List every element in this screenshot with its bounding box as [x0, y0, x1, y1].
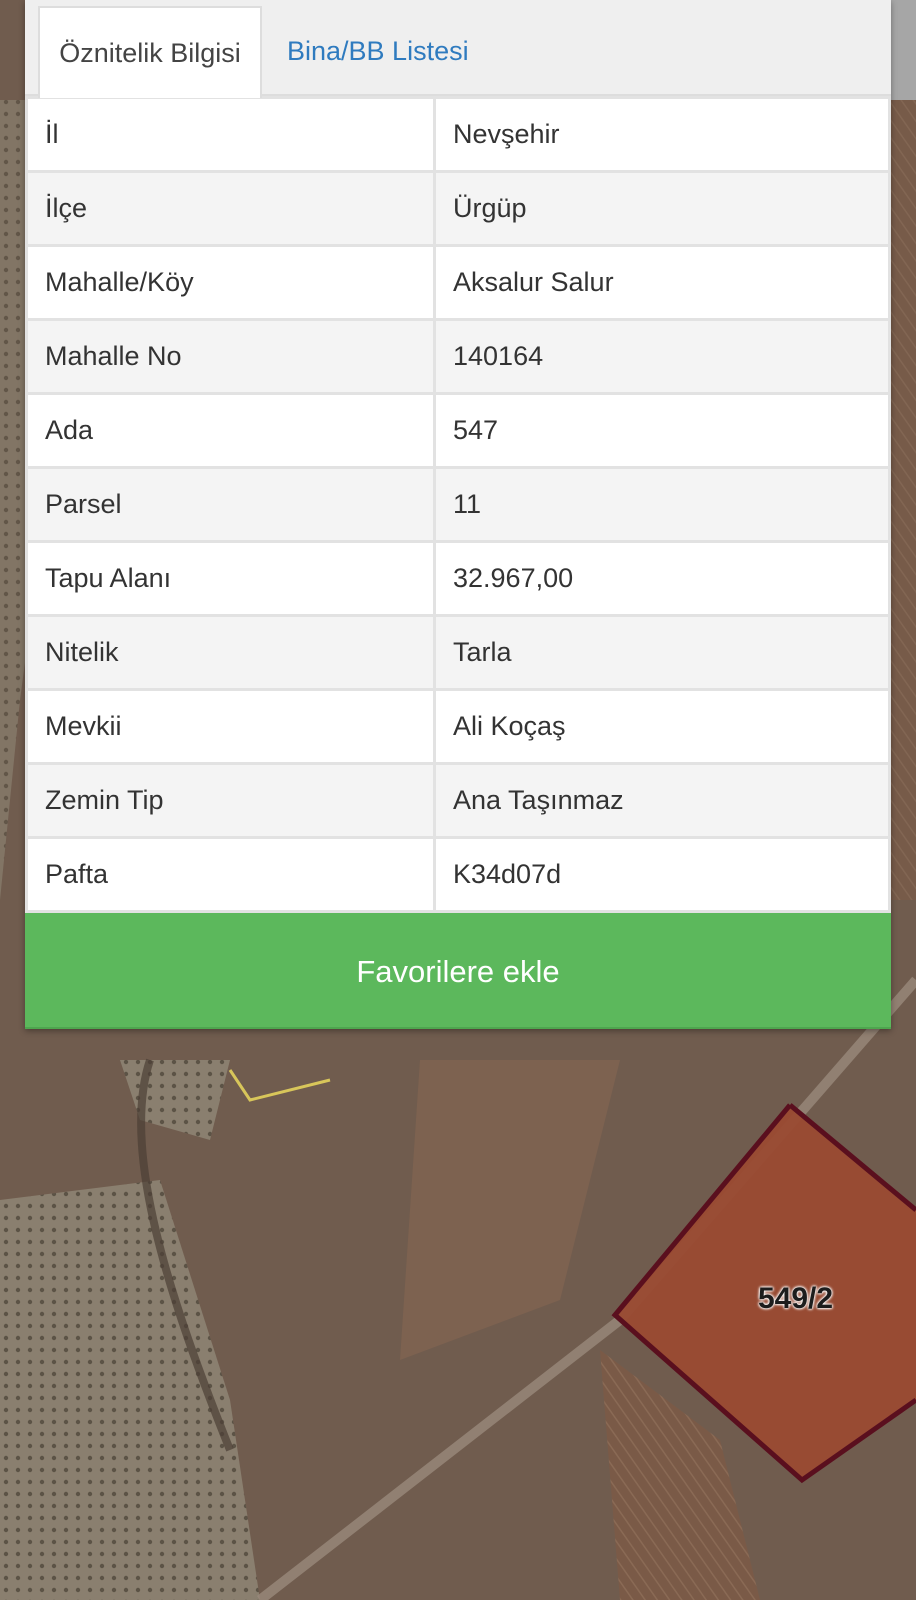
table-row: Ada 547 — [25, 392, 891, 469]
attribute-value: Ali Koçaş — [433, 688, 891, 765]
attribute-key: İlçe — [25, 170, 436, 247]
attribute-key: Pafta — [25, 836, 436, 913]
attribute-value: Ana Taşınmaz — [433, 762, 891, 839]
info-panel: Öznitelik Bilgisi Bina/BB Listesi İl Nevş… — [25, 0, 891, 1029]
attribute-key: Parsel — [25, 466, 436, 543]
tab-attribute-info[interactable]: Öznitelik Bilgisi — [38, 6, 262, 98]
table-row: İlçe Ürgüp — [25, 170, 891, 247]
table-row: Mahalle No 140164 — [25, 318, 891, 395]
table-row: Parsel 11 — [25, 466, 891, 543]
attribute-value: 547 — [433, 392, 891, 469]
attribute-value: 140164 — [433, 318, 891, 395]
attribute-key: Ada — [25, 392, 436, 469]
attribute-key: Nitelik — [25, 614, 436, 691]
table-row: Nitelik Tarla — [25, 614, 891, 691]
attribute-value: 32.967,00 — [433, 540, 891, 617]
attribute-value: Nevşehir — [433, 96, 891, 173]
attribute-table: İl Nevşehir İlçe Ürgüp Mahalle/Köy Aksalur Sa… — [25, 96, 891, 913]
tab-bar: Öznitelik Bilgisi Bina/BB Listesi — [25, 0, 891, 98]
table-row: Mevkii Ali Koçaş — [25, 688, 891, 765]
attribute-value: 11 — [433, 466, 891, 543]
attribute-value: Tarla — [433, 614, 891, 691]
attribute-key: Mevkii — [25, 688, 436, 765]
table-row: Tapu Alanı 32.967,00 — [25, 540, 891, 617]
attribute-value: K34d07d — [433, 836, 891, 913]
attribute-value: Aksalur Salur — [433, 244, 891, 321]
attribute-value: Ürgüp — [433, 170, 891, 247]
table-row: Pafta K34d07d — [25, 836, 891, 913]
table-row: Zemin Tip Ana Taşınmaz — [25, 762, 891, 839]
table-row: Mahalle/Köy Aksalur Salur — [25, 244, 891, 321]
attribute-key: Mahalle No — [25, 318, 436, 395]
parcel-label[interactable]: 549/2 — [758, 1282, 833, 1316]
attribute-key: Zemin Tip — [25, 762, 436, 839]
attribute-key: Mahalle/Köy — [25, 244, 436, 321]
tab-building-list[interactable]: Bina/BB Listesi — [287, 6, 469, 96]
attribute-key: İl — [25, 96, 436, 173]
add-favorites-button[interactable]: Favorilere ekle — [25, 913, 891, 1029]
attribute-key: Tapu Alanı — [25, 540, 436, 617]
table-row: İl Nevşehir — [25, 96, 891, 173]
